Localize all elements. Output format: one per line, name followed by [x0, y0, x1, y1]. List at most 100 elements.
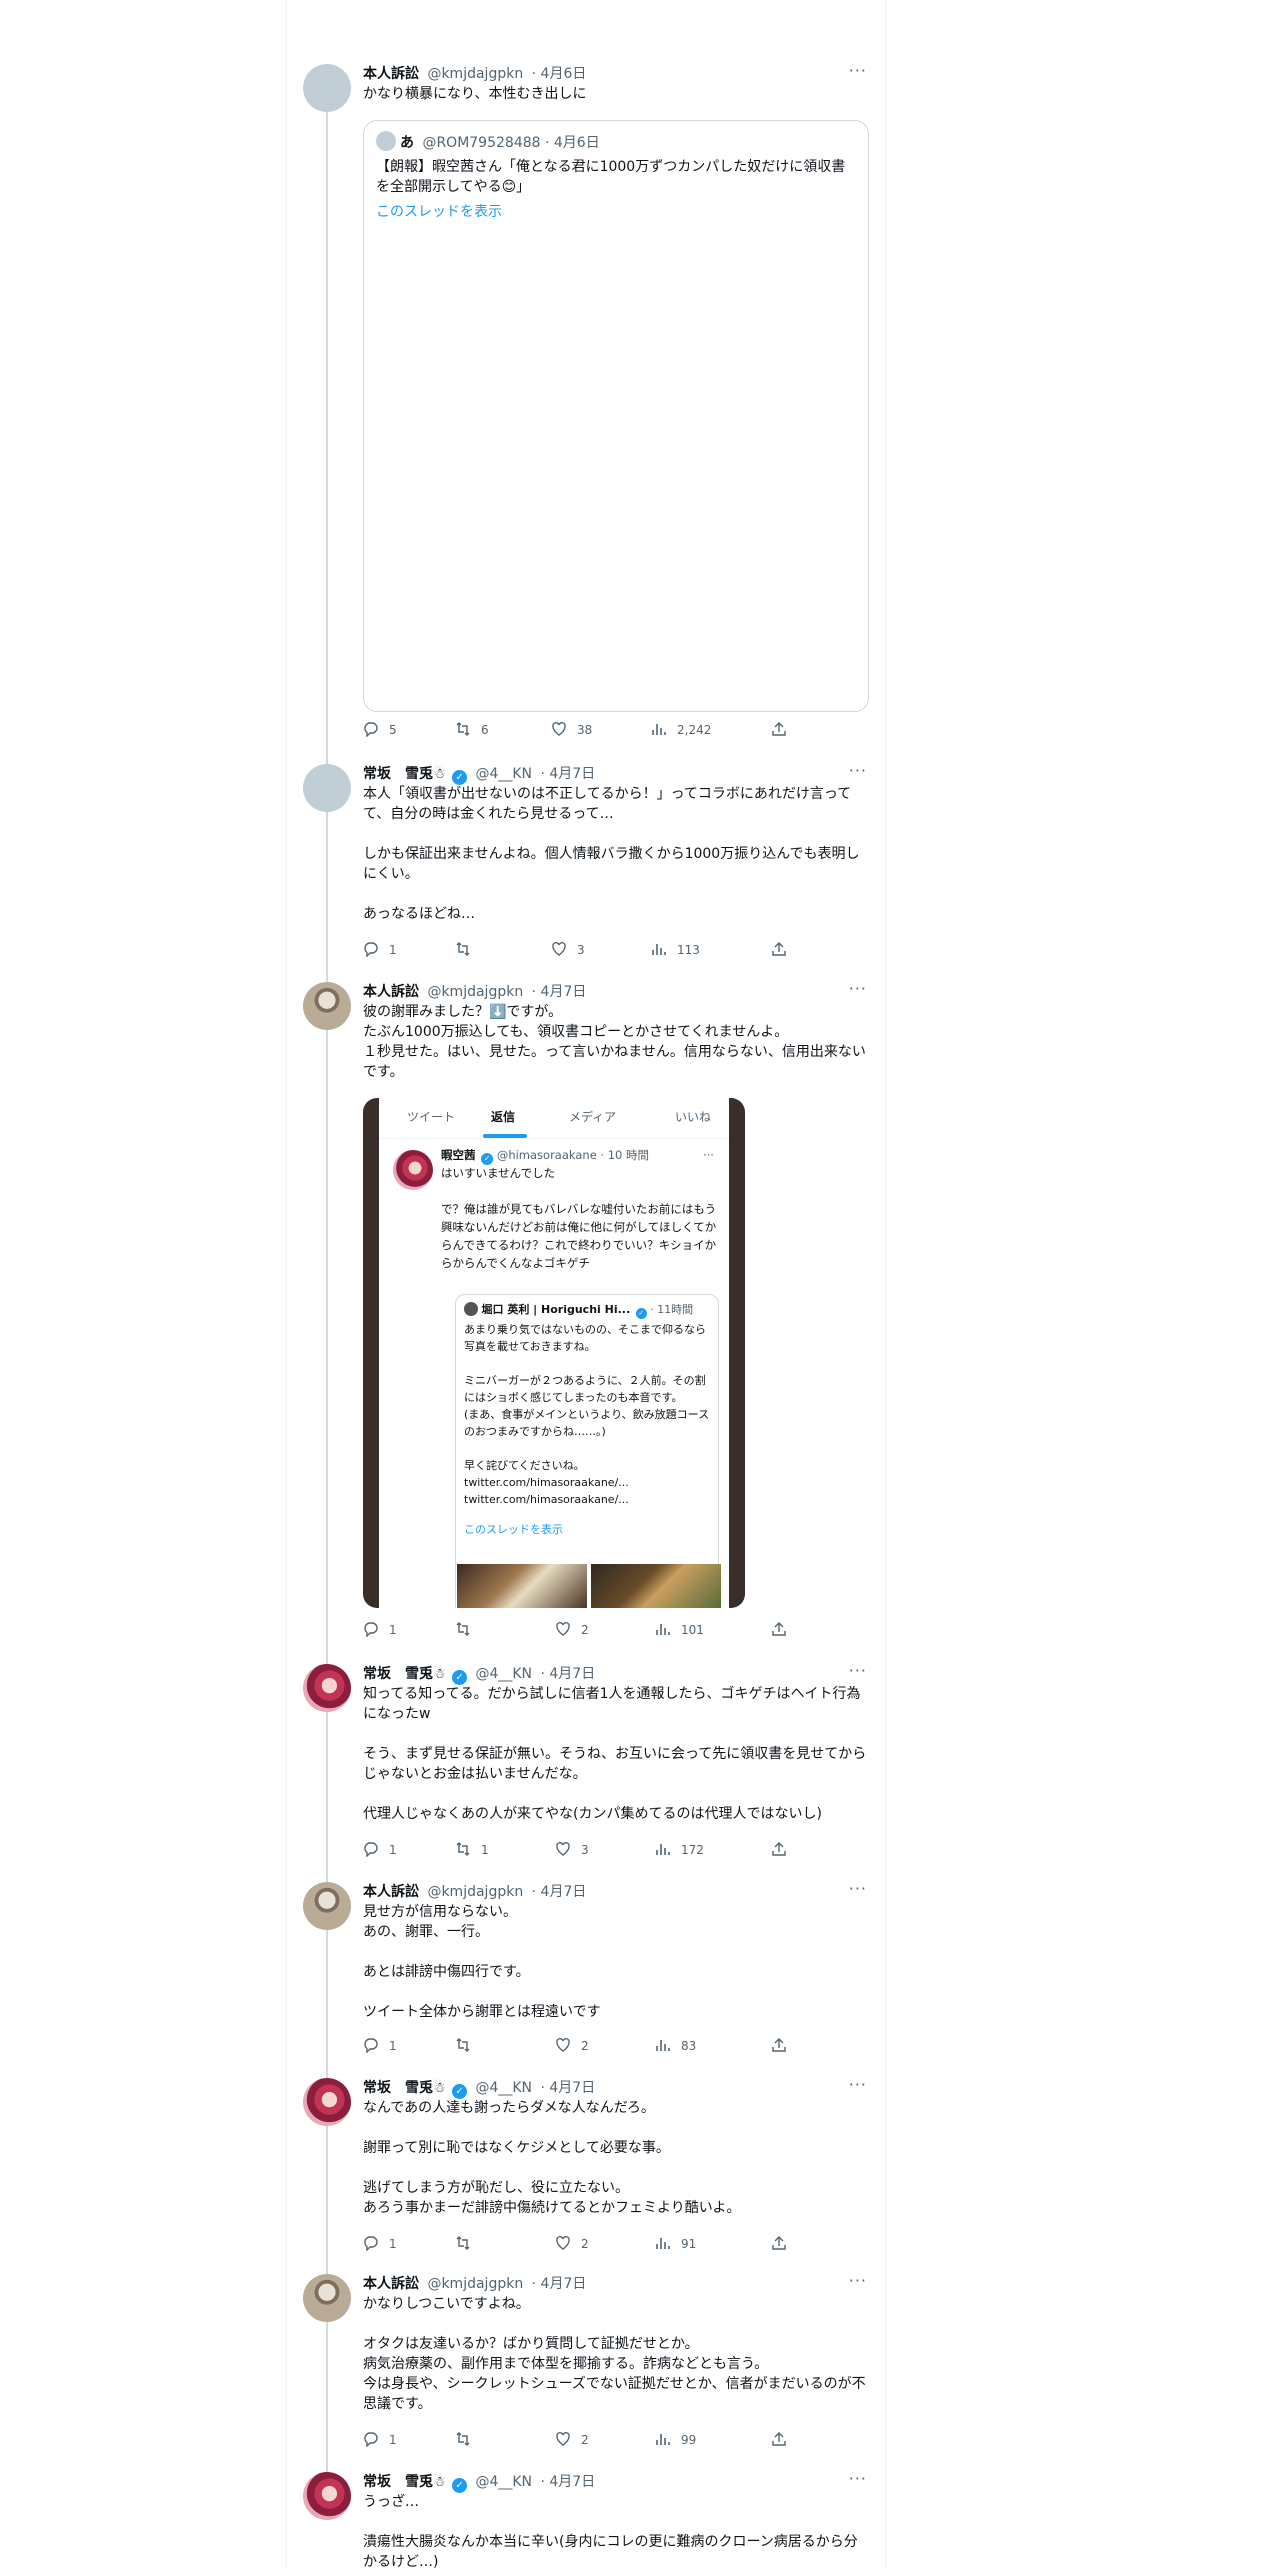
more-options-icon[interactable]: ···: [849, 2271, 867, 2291]
views-button[interactable]: 2,242: [651, 720, 711, 740]
views-button[interactable]: 113: [651, 940, 700, 960]
heart-icon: [556, 2431, 570, 2446]
tweet[interactable]: 常坂 雪兎☃ ✓ @4__KN · 4月7日 ··· なんであの人達も謝ったらダ…: [287, 2075, 885, 2258]
author-handle[interactable]: @4__KN: [475, 766, 532, 782]
avatar[interactable]: [303, 982, 351, 1030]
retweet-icon: [456, 2038, 470, 2052]
screenshot-author-name: 暇空茜: [441, 1148, 476, 1162]
author-name[interactable]: 常坂 雪兎☃: [363, 2474, 446, 2490]
author-handle[interactable]: @4__KN: [475, 2080, 532, 2096]
retweet-count: 6: [481, 723, 489, 737]
more-options-icon[interactable]: ···: [849, 2075, 867, 2095]
author-name[interactable]: 常坂 雪兎☃: [363, 2080, 446, 2096]
author-handle[interactable]: @kmjdajgpkn: [427, 984, 523, 1000]
tweet[interactable]: 常坂 雪兎☃ ✓ @4__KN · 4月7日 ··· うっざ… 潰瘍性大腸炎なん…: [287, 2472, 885, 2568]
like-button[interactable]: 2: [555, 2430, 589, 2450]
tweet-date[interactable]: · 4月7日: [540, 2080, 595, 2096]
retweet-button[interactable]: [455, 2430, 481, 2450]
tweet-date[interactable]: · 4月7日: [540, 1666, 595, 1682]
reply-button[interactable]: 1: [363, 2234, 397, 2254]
more-options-icon[interactable]: ···: [849, 61, 867, 81]
author-handle[interactable]: @4__KN: [475, 1666, 532, 1682]
reply-button[interactable]: 1: [363, 1620, 397, 1640]
avatar[interactable]: [303, 2274, 351, 2322]
tweet[interactable]: 常坂 雪兎☃ ✓ @4__KN · 4月7日 ··· 知ってる知ってる。だから試…: [287, 1661, 885, 1864]
views-button[interactable]: 91: [655, 2234, 696, 2254]
more-options-icon[interactable]: ···: [849, 2472, 867, 2489]
retweet-icon: [456, 1842, 470, 1856]
retweet-button[interactable]: 6: [455, 720, 489, 740]
tweet-date[interactable]: · 4月7日: [540, 766, 595, 782]
avatar[interactable]: [303, 764, 351, 812]
views-button[interactable]: 101: [655, 1620, 704, 1640]
reply-button[interactable]: 1: [363, 2036, 397, 2056]
share-button[interactable]: [771, 2036, 797, 2056]
reply-button[interactable]: 1: [363, 940, 397, 960]
share-button[interactable]: [771, 720, 797, 740]
retweet-button[interactable]: [455, 1620, 481, 1640]
tweet-date[interactable]: · 4月7日: [532, 2276, 587, 2292]
author-handle[interactable]: @kmjdajgpkn: [427, 1884, 523, 1900]
avatar[interactable]: [303, 1664, 351, 1712]
avatar[interactable]: [303, 64, 351, 112]
avatar[interactable]: [303, 2472, 351, 2520]
tweet[interactable]: 本人訴訟 @kmjdajgpkn · 4月7日 ··· 見せ方が信用ならない。 …: [287, 1879, 885, 2062]
like-button[interactable]: 2: [555, 1620, 589, 1640]
tweet-date[interactable]: · 4月7日: [532, 1884, 587, 1900]
tweet-date[interactable]: · 4月7日: [532, 984, 587, 1000]
retweet-button[interactable]: [455, 2036, 481, 2056]
retweet-button[interactable]: [455, 2234, 481, 2254]
avatar[interactable]: [303, 1882, 351, 1930]
tweet-date[interactable]: · 4月6日: [532, 66, 587, 82]
author-name[interactable]: 本人訴訟: [363, 66, 419, 82]
author-handle[interactable]: @4__KN: [475, 2474, 532, 2490]
views-icon: [656, 2040, 670, 2051]
more-options-icon[interactable]: ···: [849, 761, 867, 781]
like-button[interactable]: 3: [551, 940, 585, 960]
heart-icon: [556, 2235, 570, 2250]
author-name[interactable]: 常坂 雪兎☃: [363, 1666, 446, 1682]
views-button[interactable]: 99: [655, 2430, 696, 2450]
views-icon: [652, 724, 666, 735]
views-button[interactable]: 83: [655, 2036, 696, 2056]
author-name[interactable]: 本人訴訟: [363, 984, 419, 1000]
show-thread-link[interactable]: このスレッドを表示: [376, 201, 502, 221]
view-count: 91: [681, 2237, 697, 2251]
share-button[interactable]: [771, 2234, 797, 2254]
reply-button[interactable]: 1: [363, 1840, 397, 1860]
reply-button[interactable]: 5: [363, 720, 397, 740]
quoted-tweet[interactable]: あ @ROM79528488 · 4月6日 【朗報】暇空茜さん「俺となる君に10…: [363, 120, 869, 712]
share-button[interactable]: [771, 2430, 797, 2450]
share-button[interactable]: [771, 940, 797, 960]
attached-screenshot[interactable]: ツイート 返信 メディア いいね 暇空茜 ✓ @himasoraakane · …: [363, 1098, 745, 1608]
retweet-button[interactable]: 1: [455, 1840, 489, 1860]
author-name[interactable]: 本人訴訟: [363, 2276, 419, 2292]
share-button[interactable]: [771, 1840, 797, 1860]
screenshot-text: で？俺は誰が見てもバレバレな嘘付いたお前にはもう興味ないんだけどお前は俺に他に何…: [441, 1202, 717, 1270]
views-icon: [656, 1844, 670, 1855]
tweet[interactable]: 本人訴訟 @kmjdajgpkn · 4月7日 ··· 彼の謝罪みました？⬇️で…: [287, 979, 885, 1642]
more-options-icon[interactable]: ···: [849, 1879, 867, 1899]
tweet-date[interactable]: · 4月7日: [540, 2474, 595, 2490]
author-name[interactable]: 常坂 雪兎☃: [363, 766, 446, 782]
like-button[interactable]: 2: [555, 2036, 589, 2056]
more-options-icon[interactable]: ···: [849, 1661, 867, 1681]
tweet[interactable]: 本人訴訟 @kmjdajgpkn · 4月6日 ··· かなり横暴になり、本性む…: [287, 61, 885, 744]
share-button[interactable]: [771, 1620, 797, 1640]
tweet[interactable]: 本人訴訟 @kmjdajgpkn · 4月7日 ··· かなりしつこいですよね。…: [287, 2271, 885, 2454]
avatar[interactable]: [303, 2078, 351, 2126]
like-button[interactable]: 3: [555, 1840, 589, 1860]
like-count: 2: [581, 1623, 589, 1637]
more-options-icon[interactable]: ···: [849, 979, 867, 999]
view-count: 172: [681, 1843, 704, 1857]
quoted-text: 【朗報】暇空茜さん「俺となる君に1000万ずつカンパした奴だけに領収書を全部開示…: [376, 159, 846, 195]
author-name[interactable]: 本人訴訟: [363, 1884, 419, 1900]
views-button[interactable]: 172: [655, 1840, 704, 1860]
author-handle[interactable]: @kmjdajgpkn: [427, 2276, 523, 2292]
reply-button[interactable]: 1: [363, 2430, 397, 2450]
tweet[interactable]: 常坂 雪兎☃ ✓ @4__KN · 4月7日 ··· 本人「領収書が出せないのは…: [287, 761, 885, 964]
like-button[interactable]: 2: [555, 2234, 589, 2254]
author-handle[interactable]: @kmjdajgpkn: [427, 66, 523, 82]
like-button[interactable]: 38: [551, 720, 592, 740]
retweet-button[interactable]: [455, 940, 481, 960]
